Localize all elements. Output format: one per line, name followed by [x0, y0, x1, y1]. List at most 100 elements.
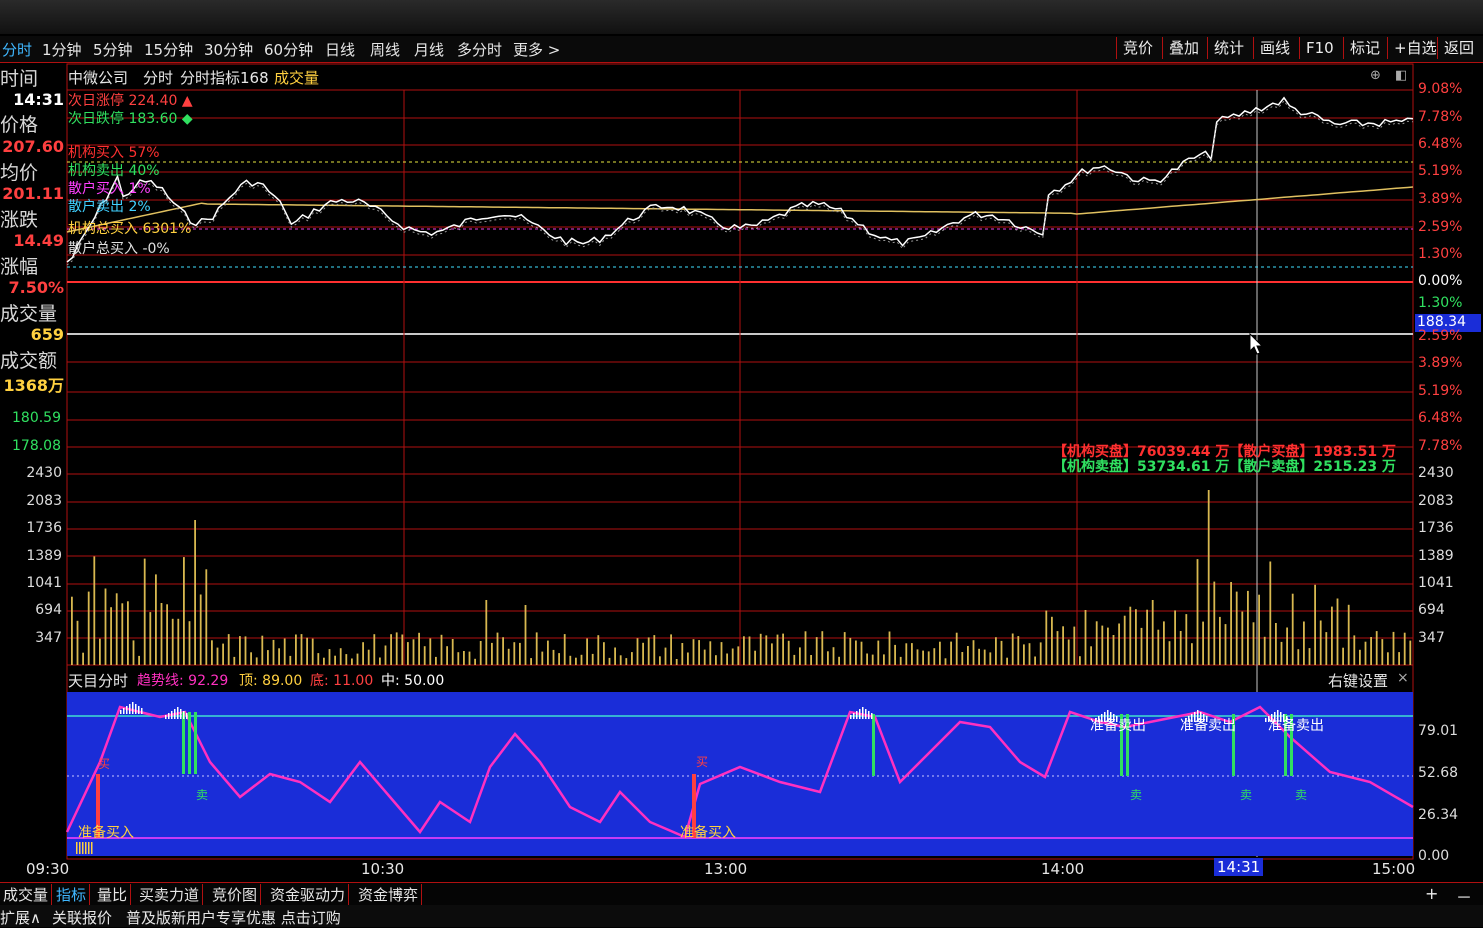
volume-bar	[888, 631, 891, 665]
time-tick-1030: 10:30	[361, 860, 405, 878]
expand-button[interactable]: 扩展∧	[0, 907, 41, 928]
volume-bar	[267, 650, 269, 665]
volume-axis-right-tick: 694	[1418, 602, 1445, 618]
tab-1min[interactable]: 1分钟	[42, 39, 82, 60]
volume-bar	[379, 657, 381, 665]
volume-bar	[93, 556, 96, 665]
price-axis-tick: 9.08%	[1418, 81, 1463, 97]
tab-volume-ratio[interactable]: 量比	[94, 884, 132, 905]
volume-bar	[636, 638, 639, 665]
button-back[interactable]: 返回	[1437, 37, 1480, 59]
volume-bar	[171, 618, 174, 665]
volume-bar	[121, 603, 124, 665]
button-f10[interactable]: F10	[1299, 37, 1340, 59]
top-signal-stripe	[859, 709, 861, 719]
volume-bar	[194, 520, 196, 665]
volume-bar	[619, 655, 622, 665]
volume-bar	[373, 634, 376, 665]
volume-bar	[692, 639, 695, 665]
button-mark[interactable]: 标记	[1343, 37, 1386, 59]
volume-bar	[804, 631, 807, 665]
tab-more[interactable]: 更多 >	[513, 39, 560, 60]
tab-15min[interactable]: 15分钟	[144, 39, 193, 60]
volume-bar	[608, 657, 611, 665]
window-toggle-icon[interactable]: ◧	[1395, 68, 1407, 83]
volume-bar	[1263, 636, 1266, 665]
volume-bar	[283, 638, 286, 665]
tab-volume[interactable]: 成交量	[0, 884, 53, 905]
button-stats[interactable]: 统计	[1207, 37, 1250, 59]
tab-5min[interactable]: 5分钟	[93, 39, 133, 60]
tab-fenshi[interactable]: 分时	[2, 39, 32, 60]
volume-bar	[211, 640, 213, 665]
indicator-settings-button[interactable]: 右键设置	[1328, 670, 1388, 691]
volume-bar	[440, 634, 443, 665]
signal-buy-2: 买	[696, 755, 709, 769]
volume-bar	[793, 654, 796, 665]
time-cursor-label: 14:31	[1214, 858, 1264, 876]
volume-bar	[603, 642, 605, 665]
tab-monthly[interactable]: 月线	[414, 39, 444, 60]
volume-bar	[771, 643, 773, 665]
bottom-signal-stripe	[88, 842, 90, 854]
button-auction[interactable]: 竞价	[1116, 37, 1159, 59]
overlay-label-0: 次日涨停 224.40 ▲	[68, 93, 193, 109]
volume-bar	[855, 640, 857, 665]
price-axis-tick: 5.19%	[1418, 163, 1463, 179]
volume-bar	[815, 637, 818, 665]
overlay-label-6: 机构总买入 6301%	[68, 221, 192, 237]
volume-bar	[227, 634, 230, 665]
button-add-watchlist[interactable]: +自选	[1387, 37, 1443, 59]
chart-indicator-name[interactable]: 分时指标168	[180, 67, 269, 88]
mid-axis-tick: 7.78%	[1418, 438, 1463, 454]
volume-bar	[580, 654, 583, 665]
volume-bar	[199, 594, 202, 665]
zoom-icon[interactable]: ⊕	[1370, 68, 1381, 83]
tab-capital-drive[interactable]: 资金驱动力	[267, 884, 350, 905]
volume-indicator-name[interactable]: 成交量	[274, 67, 319, 88]
volume-bar	[412, 639, 415, 665]
volume-bar	[916, 649, 919, 665]
signal-sell-prepare-2: 准备卖出	[1180, 718, 1236, 734]
volume-bar	[239, 636, 241, 665]
signal-buy-1: 买	[98, 757, 111, 771]
volume-bar	[569, 655, 572, 665]
button-overlay[interactable]: 叠加	[1162, 37, 1205, 59]
related-quote-button[interactable]: 关联报价	[52, 907, 112, 928]
tab-30min[interactable]: 30分钟	[204, 39, 253, 60]
volume-bar	[524, 605, 527, 665]
volume-bar	[799, 647, 801, 665]
tab-auction-chart[interactable]: 竞价图	[209, 884, 262, 905]
overlay-label-7: 散户总买入 -0%	[68, 241, 170, 257]
volume-bar	[1118, 623, 1120, 665]
top-signal-stripe	[123, 708, 125, 714]
tab-60min[interactable]: 60分钟	[264, 39, 313, 60]
volume-bar	[1314, 584, 1316, 665]
volume-bar	[591, 653, 594, 665]
sell-signal-bar	[188, 712, 191, 774]
top-signal-stripe	[174, 709, 176, 719]
top-signal-stripe	[171, 711, 173, 719]
tab-multi-fenshi[interactable]: 多分时	[457, 39, 502, 60]
tab-weekly[interactable]: 周线	[370, 39, 400, 60]
volume-bar	[647, 637, 650, 665]
button-draw[interactable]: 画线	[1253, 37, 1296, 59]
add-indicator-button[interactable]: +	[1425, 884, 1438, 903]
tab-capital-game[interactable]: 资金博弈	[355, 884, 423, 905]
volume-bar	[1095, 621, 1098, 665]
tab-indicator[interactable]: 指标	[53, 884, 91, 905]
volume-bar	[709, 641, 712, 665]
volume-bar	[1375, 631, 1378, 665]
volume-bar	[1056, 631, 1059, 665]
volume-bar	[575, 657, 577, 665]
top-signal-stripe	[856, 711, 858, 719]
indicator-axis-tick: 0.00	[1418, 848, 1450, 864]
volume-bar	[1286, 627, 1288, 665]
indicator-name[interactable]: 天目分时	[68, 670, 128, 691]
indicator-close-icon[interactable]: ×	[1397, 670, 1409, 686]
tab-buy-sell-force[interactable]: 买卖力道	[136, 884, 204, 905]
tab-daily[interactable]: 日线	[325, 39, 355, 60]
volume-bar	[1235, 591, 1238, 665]
promo-link[interactable]: 普及版新用户专享优惠 点击订购	[126, 907, 341, 928]
volume-bar	[149, 612, 152, 665]
